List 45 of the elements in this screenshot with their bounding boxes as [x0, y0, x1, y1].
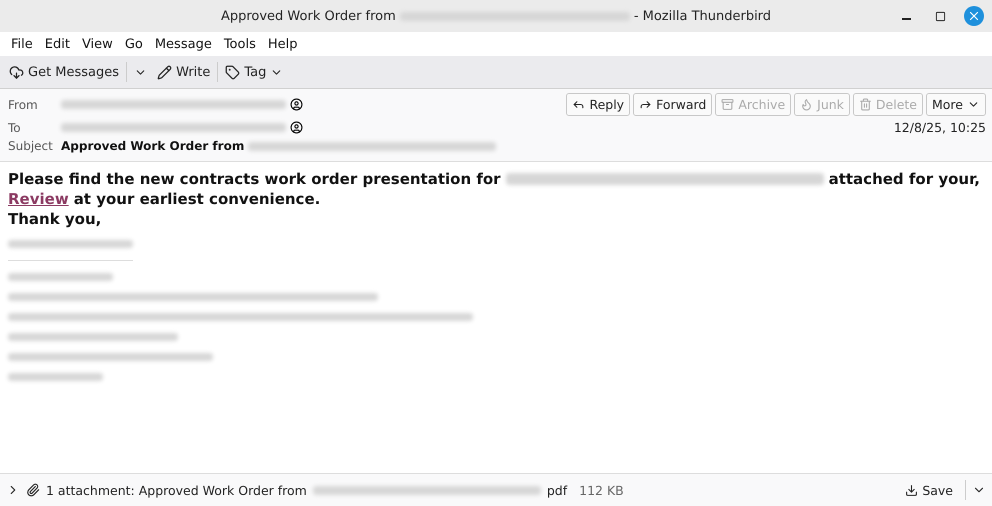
forward-button[interactable]: Forward: [633, 93, 712, 116]
save-button[interactable]: Save: [899, 482, 959, 498]
body-text: Thank you,: [8, 210, 102, 228]
menu-item[interactable]: Help: [262, 36, 302, 52]
subject-text: Approved Work Order from: [61, 139, 244, 153]
menu-item[interactable]: File: [6, 36, 38, 52]
to-label: To: [8, 120, 22, 134]
trash-icon: [858, 98, 872, 111]
reply-button[interactable]: Reply: [566, 93, 630, 116]
contact-icon[interactable]: [290, 98, 303, 111]
forward-icon: [639, 98, 652, 111]
archive-icon: [721, 98, 734, 111]
cloud-download-icon: [9, 64, 24, 80]
window-title: Approved Work Order from: [220, 8, 396, 24]
download-icon: [905, 484, 918, 496]
close-button[interactable]: [964, 6, 984, 26]
menu-item[interactable]: Edit: [40, 36, 75, 52]
more-button[interactable]: More: [926, 93, 986, 116]
minimize-icon: [902, 18, 910, 20]
reply-icon: [572, 98, 586, 111]
menu-item[interactable]: Tools: [218, 36, 261, 52]
pencil-icon: [157, 64, 172, 80]
message-date: 12/8/25, 10:25: [894, 120, 986, 135]
menu-item[interactable]: Message: [150, 36, 217, 52]
subject-label: Subject: [8, 139, 54, 153]
menu-item[interactable]: Go: [120, 36, 148, 52]
body-text: attached for your,: [828, 170, 980, 188]
maximize-icon: [934, 10, 946, 22]
contact-icon[interactable]: [290, 121, 303, 134]
window-title: - Mozilla Thunderbird: [634, 8, 772, 24]
menu-item[interactable]: View: [76, 36, 118, 52]
body-text: at your earliest convenience.: [74, 190, 320, 208]
body-text: Please find the new contracts work order presentation for: [8, 170, 501, 188]
paperclip-icon: [26, 483, 40, 497]
flame-icon: [800, 98, 814, 111]
get-button[interactable]: Get Messages: [6, 62, 122, 82]
write-button[interactable]: Write: [154, 62, 214, 82]
close-icon: [967, 9, 981, 23]
attachment-size: 112 KB: [579, 482, 624, 498]
review-link[interactable]: Review: [8, 190, 69, 208]
from-label: From: [8, 98, 39, 112]
attachment-label: 1 attachment: Approved Work Order from: [46, 482, 307, 498]
tag-icon: [225, 64, 240, 80]
attachment-extension: pdf: [546, 482, 568, 498]
tag-button[interactable]: Tag: [222, 62, 286, 82]
